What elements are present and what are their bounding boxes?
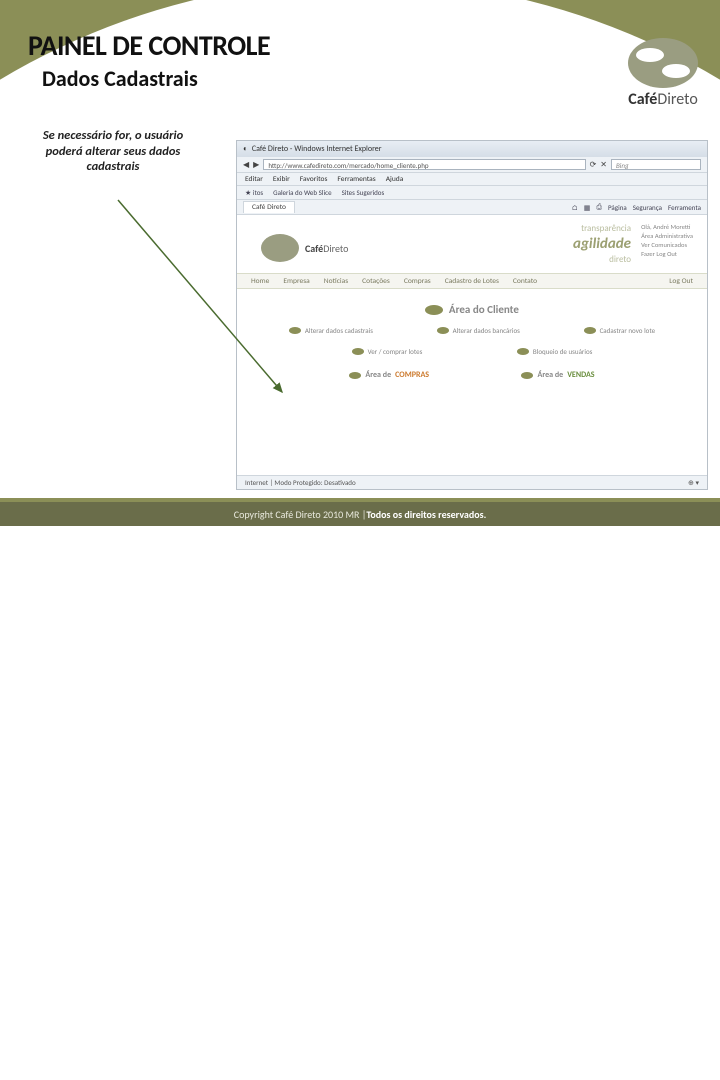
actions-row-1: Alterar dados cadastrais Alterar dados b… xyxy=(257,326,687,335)
nav-cadastro[interactable]: Cadastro de Lotes xyxy=(445,277,499,286)
toolbar-security[interactable]: Segurança xyxy=(633,203,662,212)
forward-icon[interactable]: ▶ xyxy=(253,160,259,170)
site-logo-icon xyxy=(261,234,299,262)
area-compras[interactable]: Área de COMPRAS xyxy=(349,370,429,380)
menu-ferramentas[interactable]: Ferramentas xyxy=(337,175,375,184)
favorites-bar: ★ itos Galeria do Web Slice Sites Sugeri… xyxy=(237,186,707,200)
user-links: Olá, André Moretti Área Administrativa V… xyxy=(641,223,693,273)
stop-icon[interactable]: ✕ xyxy=(600,160,607,170)
footer-strong: Todos os direitos reservados. xyxy=(366,508,486,521)
address-bar-row: ◀ ▶ http://www.cafedireto.com/mercado/ho… xyxy=(237,157,707,173)
area-header: Área do Cliente xyxy=(257,303,687,316)
favicon-icon: ◐ xyxy=(243,144,248,154)
slide-footer: Copyright Café Direto 2010 MR | Todos os… xyxy=(0,498,720,526)
nav-logout[interactable]: Log Out xyxy=(669,277,693,286)
window-title: Café Direto - Windows Internet Explorer xyxy=(252,144,382,154)
tagline-3: direto xyxy=(573,254,631,266)
area-title: Área do Cliente xyxy=(449,303,519,316)
tab-label: Café Direto xyxy=(252,203,286,212)
logo-text: CaféDireto xyxy=(628,90,698,109)
fav-suggested[interactable]: Sites Sugeridos xyxy=(342,188,385,197)
menu-editar[interactable]: Editar xyxy=(245,175,263,184)
menu-exibir[interactable]: Exibir xyxy=(273,175,290,184)
browser-menu: Editar Exibir Favoritos Ferramentas Ajud… xyxy=(237,173,707,186)
callout-note: Se necessário for, o usuário poderá alte… xyxy=(28,128,198,175)
site-nav: Home Empresa Notícias Cotações Compras C… xyxy=(237,273,707,289)
back-icon[interactable]: ◀ xyxy=(243,160,249,170)
site-logo[interactable]: CaféDireto xyxy=(261,223,348,273)
logo-text-light: Direto xyxy=(657,90,697,109)
action-bloqueio[interactable]: Bloqueio de usuários xyxy=(517,347,593,356)
bean-icon xyxy=(437,327,449,334)
toolbar-tools[interactable]: Ferramenta xyxy=(668,203,701,212)
bean-icon xyxy=(521,372,533,379)
action-alterar-cadastrais[interactable]: Alterar dados cadastrais xyxy=(289,326,373,335)
nav-contato[interactable]: Contato xyxy=(513,277,537,286)
client-area: Área do Cliente Alterar dados cadastrais… xyxy=(237,289,707,388)
favorites-star-icon[interactable]: ★ itos xyxy=(245,188,263,197)
home-icon[interactable]: ⌂ xyxy=(572,203,578,212)
menu-favoritos[interactable]: Favoritos xyxy=(300,175,328,184)
areas-row: Área de COMPRAS Área de VENDAS xyxy=(257,370,687,380)
search-box[interactable]: Bing xyxy=(611,159,701,170)
link-logout[interactable]: Fazer Log Out xyxy=(641,250,693,259)
nav-noticias[interactable]: Notícias xyxy=(324,277,348,286)
action-alterar-bancarios[interactable]: Alterar dados bancários xyxy=(437,326,520,335)
nav-cotacoes[interactable]: Cotações xyxy=(362,277,390,286)
address-bar[interactable]: http://www.cafedireto.com/mercado/home_c… xyxy=(263,159,585,170)
fav-webslice[interactable]: Galeria do Web Slice xyxy=(273,188,331,197)
site-logo-text: CaféDireto xyxy=(305,242,348,255)
logo-swirl-icon xyxy=(628,38,698,88)
page-title: PAINEL DE CONTROLE xyxy=(28,28,700,63)
browser-window: ◐ Café Direto - Windows Internet Explore… xyxy=(236,140,708,490)
tagline-2: agilidade xyxy=(573,235,631,255)
action-ver-lotes[interactable]: Ver / comprar lotes xyxy=(352,347,423,356)
bean-icon xyxy=(584,327,596,334)
bean-icon xyxy=(425,305,443,315)
logo-text-bold: Café xyxy=(628,90,657,109)
feed-icon[interactable]: ▦ xyxy=(584,203,591,212)
browser-statusbar: Internet | Modo Protegido: Desativado ⊕ … xyxy=(237,475,707,489)
footer-prefix: Copyright Café Direto 2010 MR | xyxy=(234,508,367,521)
tagline: transparência agilidade direto xyxy=(573,223,631,273)
browser-tab[interactable]: Café Direto xyxy=(243,201,295,213)
bean-icon xyxy=(289,327,301,334)
browser-toolbar-right: ⌂ ▦ ⎙ Página Segurança Ferramenta xyxy=(572,202,701,212)
print-icon[interactable]: ⎙ xyxy=(596,202,602,212)
bean-icon xyxy=(517,348,529,355)
area-vendas[interactable]: Área de VENDAS xyxy=(521,370,594,380)
link-admin[interactable]: Área Administrativa xyxy=(641,232,693,241)
tagline-1: transparência xyxy=(573,223,631,235)
actions-row-2: Ver / comprar lotes Bloqueio de usuários xyxy=(257,347,687,356)
bean-icon xyxy=(352,348,364,355)
nav-compras[interactable]: Compras xyxy=(404,277,431,286)
nav-home[interactable]: Home xyxy=(251,277,269,286)
refresh-icon[interactable]: ⟳ xyxy=(590,160,597,170)
zoom-icon[interactable]: ⊕ ▾ xyxy=(688,478,699,487)
toolbar-page[interactable]: Página xyxy=(608,203,627,212)
browser-titlebar: ◐ Café Direto - Windows Internet Explore… xyxy=(237,141,707,157)
status-zone: Internet | Modo Protegido: Desativado xyxy=(245,478,356,487)
nav-empresa[interactable]: Empresa xyxy=(283,277,309,286)
page-subtitle: Dados Cadastrais xyxy=(42,65,700,92)
menu-ajuda[interactable]: Ajuda xyxy=(386,175,404,184)
user-greeting: Olá, André Moretti xyxy=(641,223,693,232)
tab-row: Café Direto ⌂ ▦ ⎙ Página Segurança Ferra… xyxy=(237,200,707,215)
site-page: CaféDireto transparência agilidade diret… xyxy=(237,215,707,475)
brand-logo: CaféDireto xyxy=(628,38,698,109)
bean-icon xyxy=(349,372,361,379)
link-comunicados[interactable]: Ver Comunicados xyxy=(641,241,693,250)
action-cadastrar-lote[interactable]: Cadastrar novo lote xyxy=(584,326,656,335)
